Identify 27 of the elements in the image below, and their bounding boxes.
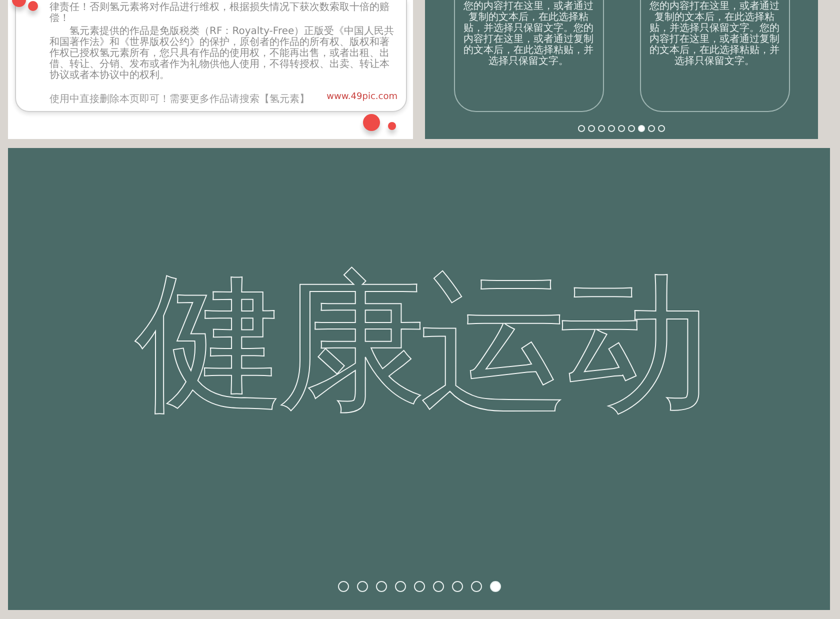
- notice-text: 氢元素提供的作品是免版税类（RF：Royalty-Free）正版受《中国人民共和国著作法》和《世界版权公约》的保护，原创者的作品的所有权、版权和著作权已授权氢元素所有，您只具有作品的使用权，不能再出售，或者出租、出借、转让、分销、发布或者作为礼物供他人使用，不得转授权、出卖、转让本协议或者本协议中的权利。: [50, 26, 396, 81]
- text-card: 您的内容打在这里，或者通过复制的文本后，在此选择粘贴，并选择只保留文字。您的内容打在这里，或者通过复制的文本后，在此选择粘贴，并选择只保留文字。: [454, 0, 604, 112]
- page-dot[interactable]: [490, 581, 500, 592]
- page-dot[interactable]: [376, 581, 386, 592]
- page-dot[interactable]: [432, 581, 444, 592]
- decor-dot: [388, 122, 396, 130]
- decor-dot: [363, 114, 380, 131]
- site-link[interactable]: www.49pic.com: [326, 92, 398, 106]
- page-dot[interactable]: [338, 581, 348, 592]
- slide-title: 健康运动: [135, 268, 703, 418]
- page-dot[interactable]: [618, 125, 625, 132]
- page-dot[interactable]: [414, 581, 424, 592]
- page-dot[interactable]: [394, 581, 406, 592]
- page-dot[interactable]: [356, 581, 368, 592]
- page-dot[interactable]: [578, 125, 585, 132]
- page-dot[interactable]: [608, 125, 615, 132]
- page-dot[interactable]: [638, 125, 645, 132]
- text-card: 您的内容打在这里，或者通过复制的文本后，在此选择粘贴，并选择只保留文字。您的内容打在这里，或者通过复制的文本后，在此选择粘贴，并选择只保留文字。: [640, 0, 790, 112]
- page-dot[interactable]: [588, 125, 595, 132]
- notice-text: 律责任！否则氢元素将对作品进行维权，根据损失情况下获次数索取十倍的赔偿！: [50, 2, 390, 24]
- page-dot[interactable]: [470, 581, 482, 592]
- page-dot[interactable]: [598, 125, 605, 132]
- page-dot[interactable]: [628, 125, 635, 132]
- footer-note: 使用中直接删除本页即可！需要更多作品请搜索【氢元素】: [50, 92, 310, 106]
- page-dot[interactable]: [648, 125, 655, 132]
- page-dot[interactable]: [452, 581, 462, 592]
- page-dot[interactable]: [658, 125, 665, 132]
